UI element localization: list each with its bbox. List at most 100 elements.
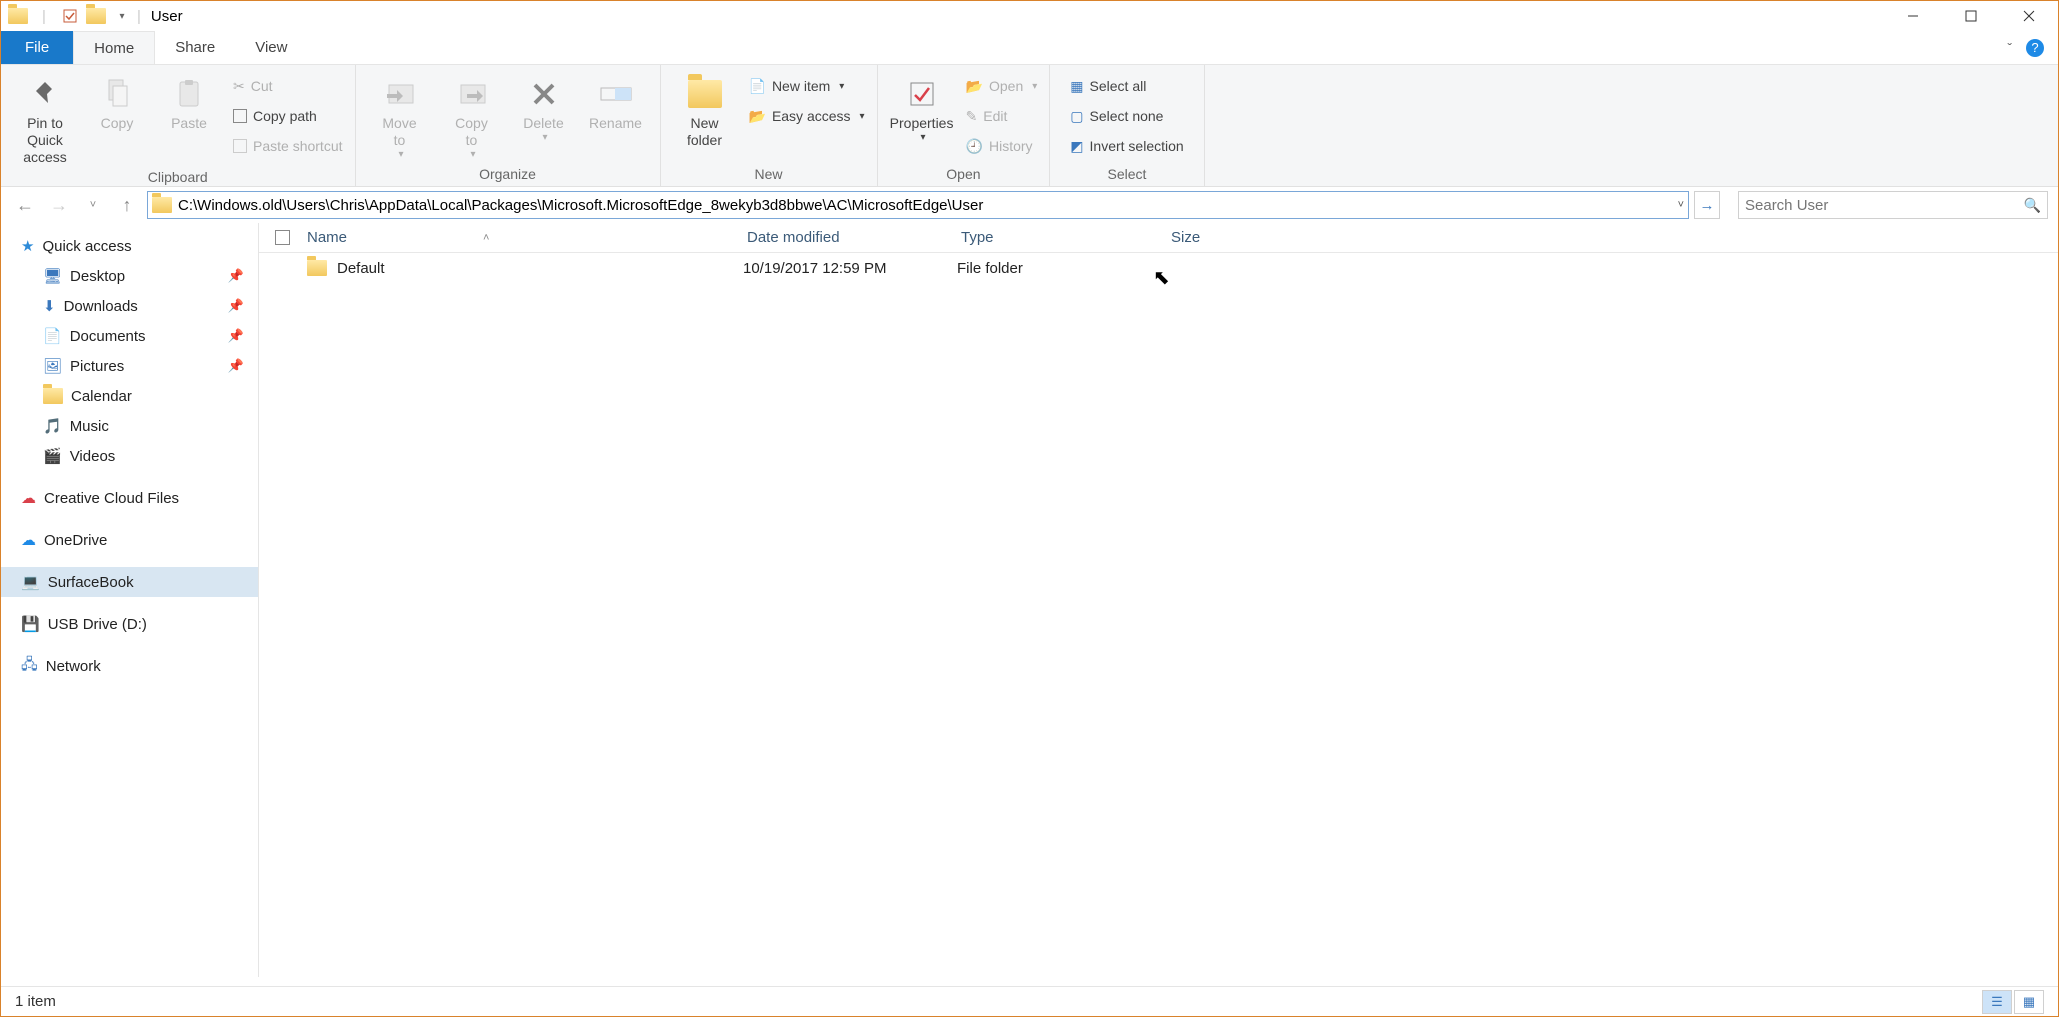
address-dropdown-icon[interactable]: ˅: [1678, 199, 1684, 211]
nav-creative-cloud[interactable]: ☁Creative Cloud Files: [1, 483, 258, 513]
properties-qat-icon[interactable]: [59, 5, 81, 27]
folder-icon: [43, 388, 63, 404]
sort-indicator-icon: ˄: [483, 232, 489, 244]
properties-button[interactable]: Properties: [886, 71, 958, 144]
nav-usb-drive[interactable]: 💾USB Drive (D:): [1, 609, 258, 639]
qat-separator: |: [33, 5, 55, 27]
open-button[interactable]: 📂Open: [962, 71, 1042, 101]
navigation-pane: ★Quick access 🖥Desktop📌 ⬇Downloads📌 📄Doc…: [1, 223, 259, 977]
onedrive-icon: ☁: [21, 531, 36, 549]
nav-surfacebook[interactable]: 💻SurfaceBook: [1, 567, 258, 597]
move-to-button[interactable]: Move to: [364, 71, 436, 161]
open-icon: 📂: [966, 78, 983, 95]
column-header-size[interactable]: Size: [1167, 229, 1307, 246]
select-none-icon: ▢: [1070, 108, 1083, 125]
details-view-button[interactable]: ☰: [1982, 990, 2012, 1014]
status-text: 1 item: [15, 993, 56, 1010]
recent-locations-button[interactable]: ˅: [79, 191, 107, 219]
copy-to-button[interactable]: Copy to: [436, 71, 508, 161]
nav-onedrive[interactable]: ☁OneDrive: [1, 525, 258, 555]
status-bar: 1 item ☰ ▦: [1, 986, 2058, 1016]
delete-icon: [529, 75, 559, 113]
network-icon: 🖧: [21, 654, 38, 679]
view-switcher: ☰ ▦: [1982, 990, 2044, 1014]
nav-documents[interactable]: 📄Documents📌: [1, 321, 258, 351]
invert-selection-button[interactable]: ◩Invert selection: [1066, 131, 1187, 161]
maximize-button[interactable]: [1942, 1, 2000, 31]
go-button[interactable]: →: [1694, 191, 1720, 219]
column-header-type[interactable]: Type: [957, 229, 1167, 246]
nav-pictures[interactable]: 🖼Pictures📌: [1, 351, 258, 381]
group-label-select: Select: [1050, 164, 1203, 186]
file-date: 10/19/2017 12:59 PM: [743, 260, 957, 277]
tab-view[interactable]: View: [235, 31, 307, 64]
address-bar[interactable]: ˅: [147, 191, 1689, 219]
rename-button[interactable]: Rename: [580, 71, 652, 132]
column-header-name[interactable]: Name˄: [303, 229, 743, 246]
paste-button[interactable]: Paste: [153, 71, 225, 132]
tab-file[interactable]: File: [1, 31, 73, 64]
window-controls: [1884, 1, 2058, 31]
pin-icon: 📌: [228, 358, 244, 374]
column-header-date[interactable]: Date modified: [743, 229, 957, 246]
content-area: ★Quick access 🖥Desktop📌 ⬇Downloads📌 📄Doc…: [1, 223, 2058, 977]
new-item-button[interactable]: 📄New item: [745, 71, 869, 101]
new-folder-button[interactable]: New folder: [669, 71, 741, 149]
copy-path-button[interactable]: Copy path: [229, 101, 347, 131]
search-input[interactable]: [1745, 197, 2024, 214]
copy-button[interactable]: Copy: [81, 71, 153, 132]
help-icon[interactable]: ?: [2026, 39, 2044, 57]
music-icon: 🎵: [43, 417, 62, 435]
search-icon[interactable]: 🔍: [2024, 197, 2041, 214]
history-button[interactable]: 🕘History: [962, 131, 1042, 161]
pin-to-quick-access-button[interactable]: Pin to Quick access: [9, 71, 81, 165]
delete-button[interactable]: Delete: [508, 71, 580, 144]
computer-icon: 💻: [21, 573, 40, 591]
edit-button[interactable]: ✎Edit: [962, 101, 1042, 131]
select-all-button[interactable]: ▦Select all: [1066, 71, 1187, 101]
address-bar-row: ← → ˅ ↑ ˅ → 🔍: [1, 187, 2058, 223]
qat-dropdown-icon[interactable]: ▾: [111, 5, 133, 27]
ribbon-group-select: ▦Select all ▢Select none ◩Invert selecti…: [1050, 65, 1204, 186]
ribbon-tabs: File Home Share View ˇ ?: [1, 31, 2058, 65]
nav-videos[interactable]: 🎬Videos: [1, 441, 258, 471]
minimize-button[interactable]: [1884, 1, 1942, 31]
address-input[interactable]: [178, 197, 1672, 214]
ribbon: Pin to Quick access Copy Paste ✂Cut Copy…: [1, 65, 2058, 187]
new-folder-qat-icon[interactable]: [85, 5, 107, 27]
properties-icon: [907, 75, 937, 113]
tab-share[interactable]: Share: [155, 31, 235, 64]
nav-network[interactable]: 🖧Network: [1, 651, 258, 681]
group-label-open: Open: [878, 164, 1050, 186]
cut-button[interactable]: ✂Cut: [229, 71, 347, 101]
collapse-ribbon-icon[interactable]: ˇ: [2007, 40, 2012, 56]
nav-music[interactable]: 🎵Music: [1, 411, 258, 441]
back-button[interactable]: ←: [11, 191, 39, 219]
group-label-new: New: [661, 164, 877, 186]
thumbnails-view-button[interactable]: ▦: [2014, 990, 2044, 1014]
search-box[interactable]: 🔍: [1738, 191, 2048, 219]
close-button[interactable]: [2000, 1, 2058, 31]
easy-access-button[interactable]: 📂Easy access: [745, 101, 869, 131]
file-row-default[interactable]: Default 10/19/2017 12:59 PM File folder: [259, 253, 2058, 283]
cut-icon: ✂: [233, 78, 245, 95]
ribbon-group-open: Properties 📂Open ✎Edit 🕘History Open: [878, 65, 1051, 186]
cc-icon: ☁: [21, 489, 36, 507]
pin-icon: 📌: [228, 268, 244, 284]
ribbon-group-clipboard: Pin to Quick access Copy Paste ✂Cut Copy…: [1, 65, 356, 186]
ribbon-group-organize: Move to Copy to Delete Rename Organize: [356, 65, 661, 186]
nav-calendar[interactable]: Calendar: [1, 381, 258, 411]
paste-icon: [175, 75, 203, 113]
select-none-button[interactable]: ▢Select none: [1066, 101, 1187, 131]
group-label-organize: Organize: [356, 164, 660, 186]
file-name: Default: [337, 260, 385, 277]
nav-desktop[interactable]: 🖥Desktop📌: [1, 261, 258, 291]
nav-downloads[interactable]: ⬇Downloads📌: [1, 291, 258, 321]
up-button[interactable]: ↑: [113, 191, 141, 219]
nav-quick-access[interactable]: ★Quick access: [1, 231, 258, 261]
tab-home[interactable]: Home: [73, 31, 155, 64]
paste-shortcut-button[interactable]: Paste shortcut: [229, 131, 347, 161]
forward-button[interactable]: →: [45, 191, 73, 219]
select-all-checkbox[interactable]: [259, 230, 303, 245]
group-label-clipboard: Clipboard: [1, 167, 355, 189]
